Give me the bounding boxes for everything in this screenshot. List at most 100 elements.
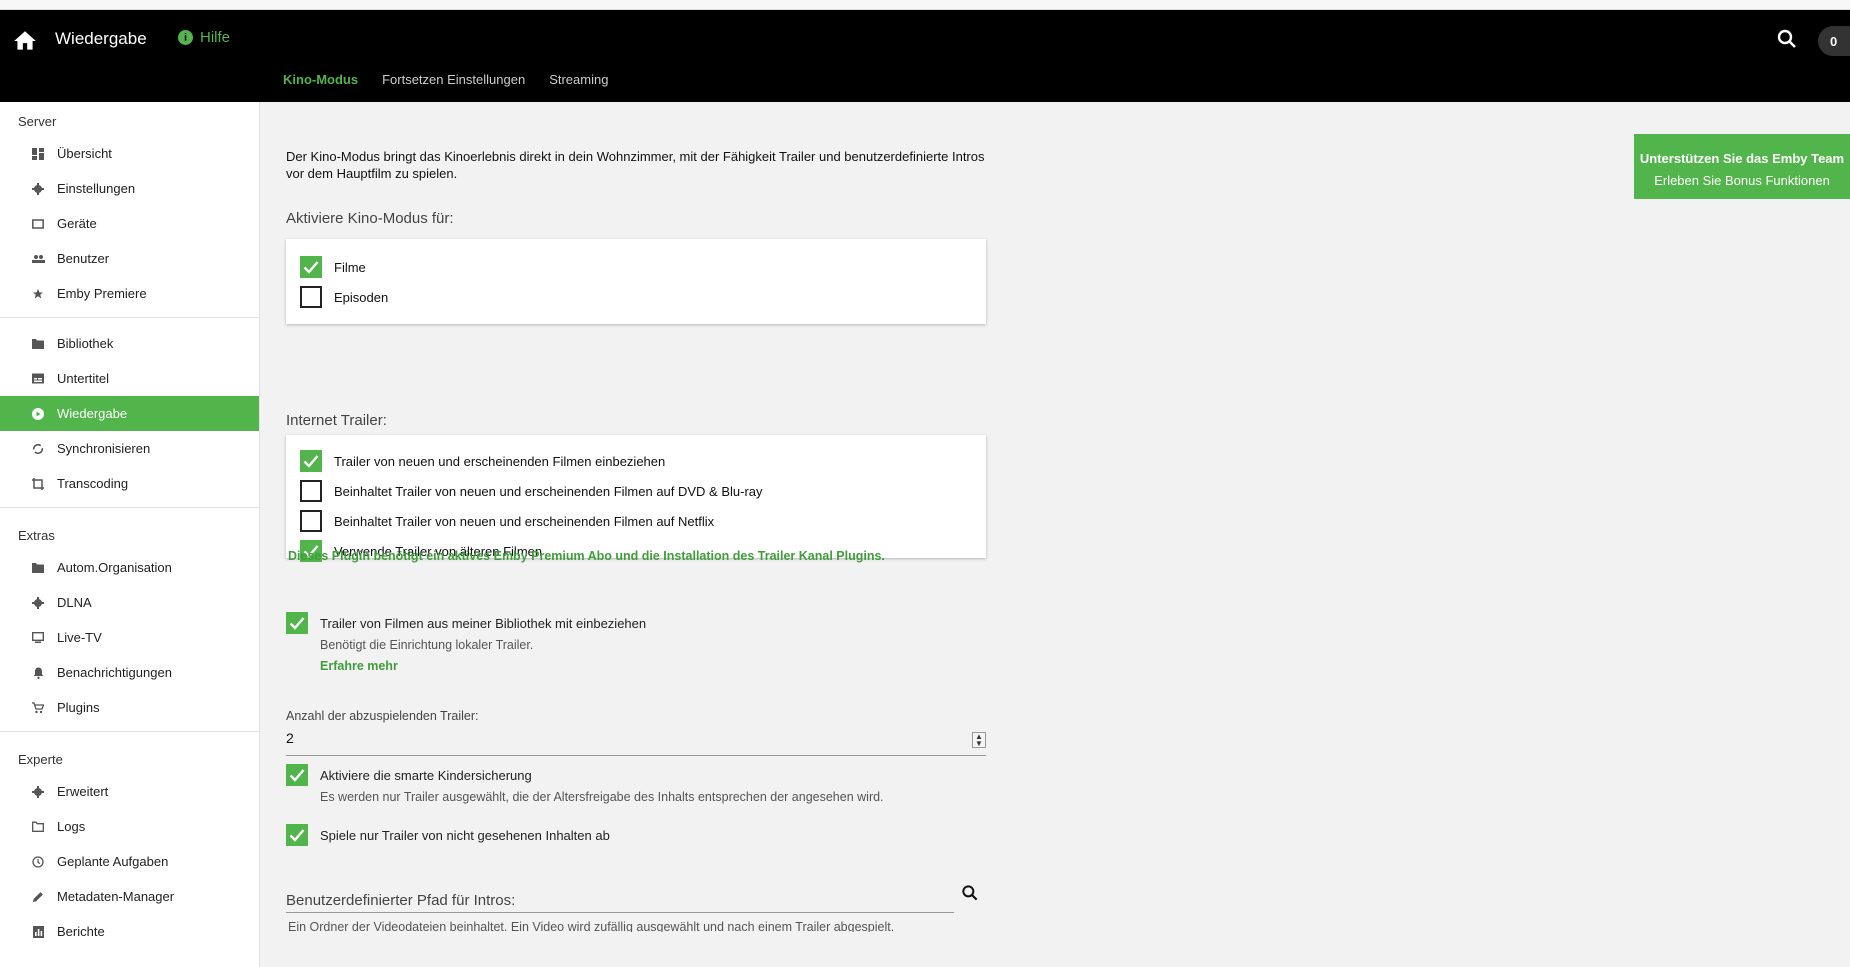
sidebar-divider — [0, 317, 259, 318]
intro-text: Der Kino-Modus bringt das Kinoerlebnis d… — [286, 149, 985, 181]
sidebar-item-label: Synchronisieren — [57, 441, 151, 456]
sidebar-item-einstellungen[interactable]: Einstellungen — [0, 171, 259, 206]
sidebar-item-wiedergabe[interactable]: Wiedergabe — [0, 396, 259, 431]
clock-icon — [31, 855, 45, 869]
unwatched-checkbox[interactable] — [286, 824, 308, 846]
sync-icon — [31, 442, 45, 456]
enable-heading: Aktiviere Kino-Modus für: — [286, 210, 454, 227]
page-title: Wiedergabe — [55, 29, 147, 48]
intro-path-note: Ein Ordner der Videodateien beinhaltet. … — [288, 920, 895, 932]
browser-top-strip — [0, 0, 1850, 10]
trailer-count-input[interactable]: 2 ▲ ▼ — [286, 727, 986, 756]
tab-kino-modus[interactable]: Kino-Modus — [283, 72, 358, 95]
number-stepper[interactable]: ▲ ▼ — [972, 732, 986, 748]
sidebar-item-emby-premiere[interactable]: Emby Premiere — [0, 276, 259, 311]
sidebar-item-geplante-aufgaben[interactable]: Geplante Aufgaben — [0, 844, 259, 879]
bell-icon — [31, 666, 45, 680]
internet-netflix-label: Beinhaltet Trailer von neuen und erschei… — [334, 513, 715, 529]
sidebar-item-synchronisieren[interactable]: Synchronisieren — [0, 431, 259, 466]
sidebar-heading-experte: Experte — [18, 752, 63, 767]
sidebar-item-label: Benutzer — [57, 251, 110, 266]
enable-episodes-checkbox[interactable] — [300, 286, 322, 308]
help-link[interactable]: i Hilfe — [178, 29, 230, 46]
enable-movies-checkbox[interactable] — [300, 256, 322, 278]
parental-description: Es werden nur Trailer ausgewählt, die de… — [320, 790, 884, 804]
report-icon — [31, 925, 45, 939]
tab-fortsetzen-einstellungen[interactable]: Fortsetzen Einstellungen — [382, 72, 525, 95]
folder-icon — [31, 337, 45, 351]
gear-icon — [31, 785, 45, 799]
sidebar-item-label: Emby Premiere — [57, 286, 147, 301]
support-emby-button[interactable]: Unterstützen Sie das Emby Team Erleben S… — [1634, 134, 1850, 199]
sidebar-divider — [0, 731, 259, 732]
sidebar-item-benachrichtigungen[interactable]: Benachrichtigungen — [0, 655, 259, 690]
sidebar-item-berichte[interactable]: Berichte — [0, 914, 259, 949]
internet-new-checkbox[interactable] — [300, 450, 322, 472]
sidebar-item-label: Wiedergabe — [57, 406, 128, 421]
intro-path-input[interactable] — [286, 912, 954, 913]
sidebar-item-label: Plugins — [57, 700, 100, 715]
sidebar-item-label: Übersicht — [57, 146, 112, 161]
sidebar-item-geraete[interactable]: Geräte — [0, 206, 259, 241]
trailer-count-value: 2 — [286, 730, 294, 746]
devices-icon — [31, 217, 45, 231]
sidebar-item-label: Geplante Aufgaben — [57, 854, 169, 869]
library-trailers-row: Trailer von Filmen aus meiner Bibliothek… — [286, 612, 646, 634]
sidebar-item-metadaten-manager[interactable]: Metadaten-Manager — [0, 879, 259, 914]
gear-icon — [31, 182, 45, 196]
sidebar-item-label: Benachrichtigungen — [57, 665, 172, 680]
parental-group: Aktiviere die smarte Kindersicherung Es … — [286, 764, 884, 804]
transform-icon — [31, 477, 45, 491]
star-icon — [31, 287, 45, 301]
cart-icon — [31, 701, 45, 715]
home-icon[interactable] — [12, 28, 38, 54]
internet-dvd-checkbox[interactable] — [300, 480, 322, 502]
gear-icon — [31, 596, 45, 610]
enable-movies-row: Filme — [300, 252, 972, 282]
library-trailers-group: Trailer von Filmen aus meiner Bibliothek… — [286, 612, 646, 673]
internet-dvd-label: Beinhaltet Trailer von neuen und erschei… — [334, 483, 763, 499]
sidebar-item-erweitert[interactable]: Erweitert — [0, 774, 259, 809]
sidebar-item-label: Geräte — [57, 216, 97, 231]
sidebar-item-untertitel[interactable]: Untertitel — [0, 361, 259, 396]
notification-badge[interactable]: 0 — [1818, 26, 1850, 56]
sidebar-item-plugins[interactable]: Plugins — [0, 690, 259, 725]
unwatched-row: Spiele nur Trailer von nicht gesehenen I… — [286, 824, 610, 846]
sidebar-item-bibliothek[interactable]: Bibliothek — [0, 326, 259, 361]
people-icon — [31, 252, 45, 266]
sidebar-item-live-tv[interactable]: Live-TV — [0, 620, 259, 655]
support-line1: Unterstützen Sie das Emby Team — [1639, 151, 1845, 166]
enable-movies-label: Filme — [334, 259, 366, 275]
search-icon[interactable] — [1775, 27, 1799, 51]
enable-episodes-label: Episoden — [334, 289, 389, 305]
pencil-icon — [31, 890, 45, 904]
support-line2: Erleben Sie Bonus Funktionen — [1654, 173, 1830, 188]
trailer-count-label: Anzahl der abzuspielenden Trailer: — [286, 709, 479, 723]
sidebar-item-label: Autom.Organisation — [57, 560, 172, 575]
plugin-requirement-note: Dieses Plugin benötigt ein aktives Emby … — [288, 549, 885, 563]
sidebar-item-autom-organisation[interactable]: Autom.Organisation — [0, 550, 259, 585]
parental-label: Aktiviere die smarte Kindersicherung — [320, 767, 532, 783]
search-icon[interactable] — [960, 883, 982, 905]
sidebar-item-label: Bibliothek — [57, 336, 114, 351]
sidebar-item-uebersicht[interactable]: Übersicht — [0, 136, 259, 171]
subtitles-icon — [31, 372, 45, 386]
internet-card: Trailer von neuen und erscheinenden Film… — [286, 435, 986, 562]
library-trailers-label: Trailer von Filmen aus meiner Bibliothek… — [320, 615, 647, 631]
parental-checkbox[interactable] — [286, 764, 308, 786]
info-icon: i — [178, 30, 193, 45]
learn-more-link[interactable]: Erfahre mehr — [286, 659, 646, 673]
unwatched-label: Spiele nur Trailer von nicht gesehenen I… — [320, 827, 610, 843]
sidebar-item-label: DLNA — [57, 595, 92, 610]
folder-outline-icon — [31, 820, 45, 834]
sidebar-item-logs[interactable]: Logs — [0, 809, 259, 844]
sidebar-item-benutzer[interactable]: Benutzer — [0, 241, 259, 276]
unwatched-group: Spiele nur Trailer von nicht gesehenen I… — [286, 824, 610, 846]
sidebar-item-transcoding[interactable]: Transcoding — [0, 466, 259, 501]
internet-netflix-checkbox[interactable] — [300, 510, 322, 532]
sidebar-item-dlna[interactable]: DLNA — [0, 585, 259, 620]
tab-bar: Kino-Modus Fortsetzen Einstellungen Stre… — [283, 72, 608, 95]
tab-streaming[interactable]: Streaming — [549, 72, 608, 95]
library-trailers-checkbox[interactable] — [286, 612, 308, 634]
internet-heading: Internet Trailer: — [286, 412, 387, 429]
